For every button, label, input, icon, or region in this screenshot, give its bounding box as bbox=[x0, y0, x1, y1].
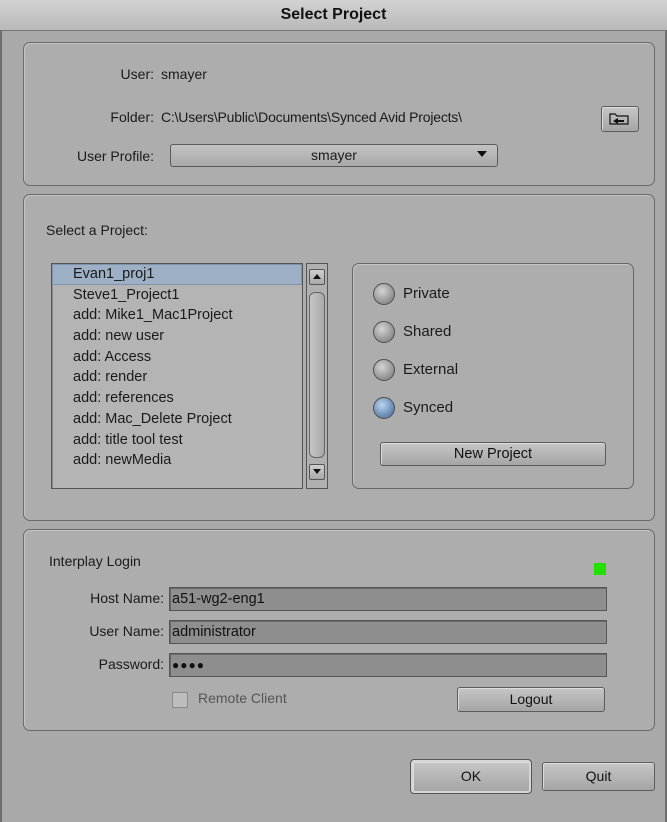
remote-client-checkbox[interactable] bbox=[172, 692, 188, 708]
password-label: Password: bbox=[98, 656, 164, 672]
project-list[interactable]: Evan1_proj1 Steve1_Project1 add: Mike1_M… bbox=[51, 263, 303, 489]
ok-button[interactable]: OK bbox=[410, 759, 532, 794]
project-type-group: Private Shared External Synced New Proje… bbox=[352, 263, 634, 489]
radio-external-label: External bbox=[403, 361, 459, 378]
project-list-item[interactable]: add: newMedia bbox=[52, 450, 302, 471]
scroll-up-button[interactable] bbox=[309, 269, 325, 285]
chevron-down-icon bbox=[477, 151, 487, 157]
user-name-label: User Name: bbox=[89, 623, 164, 639]
connection-status-indicator bbox=[594, 563, 606, 575]
interplay-login-panel: Interplay Login Host Name: a51-wg2-eng1 … bbox=[23, 529, 655, 731]
scroll-down-button[interactable] bbox=[309, 464, 325, 480]
logout-button[interactable]: Logout bbox=[457, 687, 605, 712]
project-list-item[interactable]: Steve1_Project1 bbox=[52, 285, 302, 306]
project-list-item[interactable]: Evan1_proj1 bbox=[52, 264, 302, 285]
interplay-login-title: Interplay Login bbox=[49, 553, 141, 569]
project-list-item[interactable]: add: Mike1_Mac1Project bbox=[52, 305, 302, 326]
radio-shared-label: Shared bbox=[403, 323, 452, 340]
user-name-field[interactable]: administrator bbox=[169, 620, 607, 644]
window-border-left bbox=[0, 30, 2, 822]
host-name-label: Host Name: bbox=[90, 590, 164, 606]
radio-button[interactable] bbox=[373, 359, 395, 381]
arrow-down-icon bbox=[313, 469, 321, 474]
project-list-item[interactable]: add: Access bbox=[52, 347, 302, 368]
radio-button-selected[interactable] bbox=[373, 397, 395, 419]
dialog-title: Select Project bbox=[0, 0, 667, 31]
radio-private-label: Private bbox=[403, 285, 450, 302]
folder-path: C:\Users\Public\Documents\Synced Avid Pr… bbox=[161, 109, 462, 125]
user-panel: User: smayer Folder: C:\Users\Public\Doc… bbox=[23, 42, 655, 186]
folder-label: Folder: bbox=[110, 109, 154, 125]
project-panel: Select a Project: Evan1_proj1 Steve1_Pro… bbox=[23, 194, 655, 521]
user-profile-select[interactable]: smayer bbox=[170, 144, 498, 167]
host-name-field[interactable]: a51-wg2-eng1 bbox=[169, 587, 607, 611]
project-list-item[interactable]: add: Mac_Delete Project bbox=[52, 409, 302, 430]
user-value: smayer bbox=[161, 66, 207, 82]
project-list-item[interactable]: add: new user bbox=[52, 326, 302, 347]
project-list-item[interactable]: add: references bbox=[52, 388, 302, 409]
user-profile-value: smayer bbox=[311, 147, 357, 163]
folder-browse-icon bbox=[609, 113, 629, 125]
radio-synced-label: Synced bbox=[403, 399, 454, 416]
project-list-item[interactable]: add: render bbox=[52, 367, 302, 388]
radio-button[interactable] bbox=[373, 321, 395, 343]
password-field[interactable]: ●●●● bbox=[169, 653, 607, 677]
user-label: User: bbox=[120, 66, 154, 82]
project-list-scrollbar[interactable] bbox=[306, 263, 328, 489]
select-project-label: Select a Project: bbox=[46, 222, 148, 238]
arrow-up-icon bbox=[313, 274, 321, 279]
user-profile-label: User Profile: bbox=[76, 148, 154, 164]
radio-button[interactable] bbox=[373, 283, 395, 305]
folder-browse-button[interactable] bbox=[601, 106, 639, 132]
quit-button[interactable]: Quit bbox=[542, 762, 655, 791]
remote-client-label: Remote Client bbox=[198, 690, 287, 706]
project-list-item[interactable]: add: title tool test bbox=[52, 430, 302, 451]
scroll-thumb[interactable] bbox=[309, 292, 325, 458]
new-project-button[interactable]: New Project bbox=[380, 442, 606, 466]
